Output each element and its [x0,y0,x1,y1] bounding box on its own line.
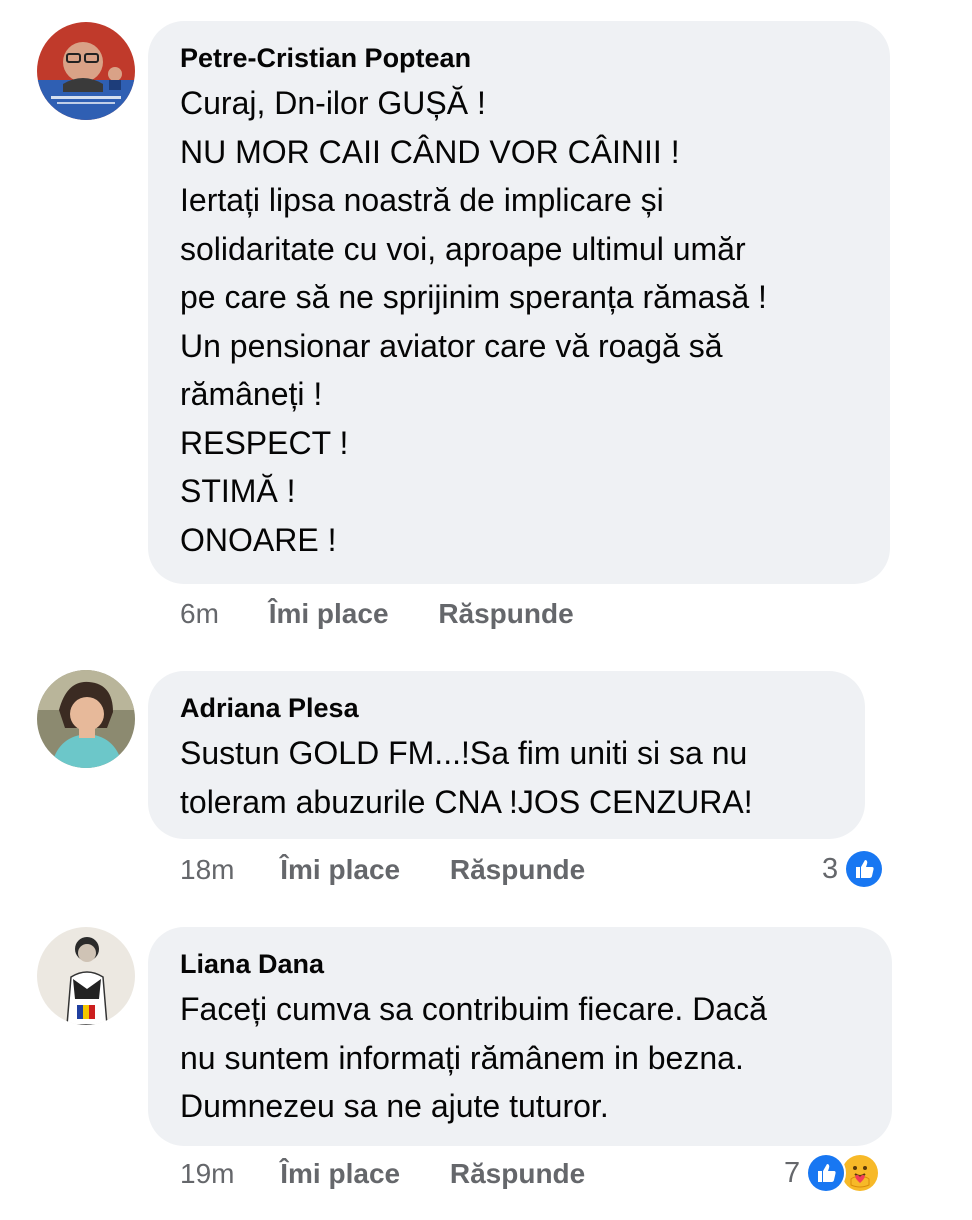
comment-timestamp[interactable]: 19m [180,1158,234,1190]
comment-actions: 19m Îmi place Răspunde [180,1158,585,1190]
comment-timestamp[interactable]: 6m [180,598,219,630]
reaction-summary[interactable]: 3 [822,849,885,889]
comment-text-line: nu suntem informați rămânem in bezna. [180,1039,744,1076]
comment-text-line: Sustun GOLD FM...!Sa fim uniti si sa nu [180,735,748,771]
avatar[interactable] [37,927,135,1025]
like-link[interactable]: Îmi place [280,854,400,886]
reaction-count: 7 [784,1156,801,1189]
comment-actions: 18m Îmi place Răspunde [180,854,585,886]
comment-text-line: STIMĂ ! [180,473,296,509]
comment-text-line: toleram abuzurile CNA !JOS CENZURA! [180,783,753,820]
reaction-count: 3 [822,852,839,885]
comment-author[interactable]: Petre-Cristian Poptean [180,41,858,75]
comment-text-line: NU MOR CAII CÂND VOR CÂINII ! [180,133,680,170]
comment-text-line: solidaritate cu voi, aproape ultimul umă… [180,230,746,267]
comment-text-line: Un pensionar aviator care vă roagă să [180,327,723,364]
comment-text-line: rămâneți ! [180,376,323,412]
like-icon [844,849,885,889]
avatar-image [37,22,135,120]
reply-link[interactable]: Răspunde [438,598,573,630]
reply-link[interactable]: Răspunde [450,854,585,886]
comment-text-line: Iertați lipsa noastră de implicare și [180,182,664,218]
like-link[interactable]: Îmi place [280,1158,400,1190]
comment-bubble: Petre-Cristian Poptean Curaj, Dn-ilor GU… [148,21,890,584]
avatar-image [37,927,135,1025]
comment-text-line: pe care să ne sprijinim speranța rămasă … [180,279,767,315]
comment-text-line: RESPECT ! [180,424,349,461]
avatar-image [37,670,135,768]
comment-text-line: Dumnezeu sa ne ajute tuturor. [180,1088,609,1124]
comment-text-line: Faceți cumva sa contribuim fiecare. Dacă [180,991,767,1027]
reply-link[interactable]: Răspunde [450,1158,585,1190]
like-icon [806,1153,847,1193]
comment-author[interactable]: Adriana Plesa [180,691,833,725]
reaction-summary[interactable]: 7 [784,1153,881,1193]
comment-bubble: Adriana Plesa Sustun GOLD FM...!Sa fim u… [148,671,865,839]
comment-text-line: ONOARE ! [180,521,337,558]
like-link[interactable]: Îmi place [269,598,389,630]
comment-author[interactable]: Liana Dana [180,947,860,981]
avatar[interactable] [37,670,135,768]
care-icon [840,1153,881,1193]
comment-actions: 6m Îmi place Răspunde [180,598,574,630]
comment-text-line: Curaj, Dn-ilor GUȘĂ ! [180,85,486,121]
comment-bubble: Liana Dana Faceți cumva sa contribuim fi… [148,927,892,1146]
avatar[interactable] [37,22,135,120]
comment-timestamp[interactable]: 18m [180,854,234,886]
